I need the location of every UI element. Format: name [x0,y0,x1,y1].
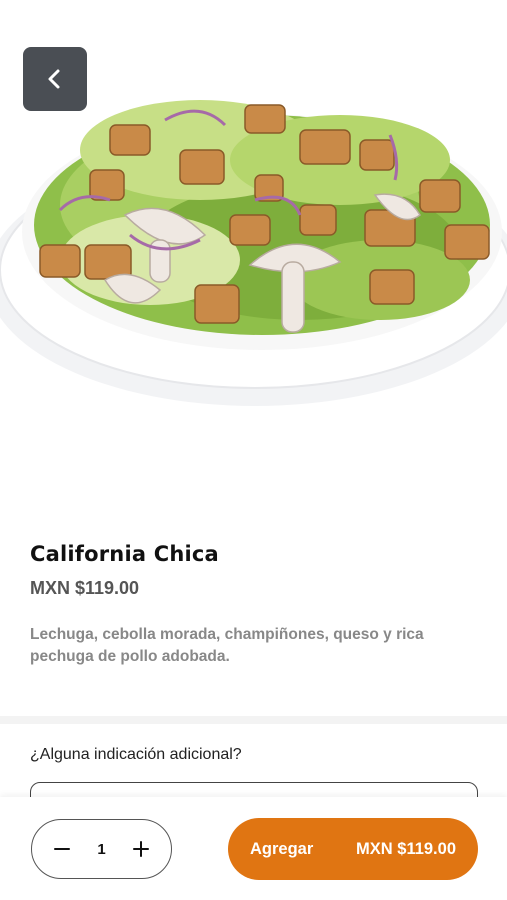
product-price: MXN $119.00 [30,578,140,598]
product-description: Lechuga, cebolla morada, champiñones, qu… [30,626,424,665]
minus-icon [54,848,70,850]
chevron-left-icon [48,69,60,89]
plus-icon [133,841,149,857]
increase-button[interactable] [129,837,153,861]
product-title: California Chica [30,542,219,566]
decrease-button[interactable] [50,837,74,861]
add-button-price: MXN $119.00 [356,839,456,858]
add-button-label: Agregar [250,839,314,858]
quantity-value: 1 [97,840,106,858]
back-button[interactable] [23,47,87,111]
section-divider [0,716,507,724]
notes-label: ¿Alguna indicación adicional? [30,746,242,763]
quantity-stepper: 1 [31,819,172,879]
add-to-cart-button[interactable]: Agregar MXN $119.00 [228,818,478,880]
bottom-action-bar: 1 Agregar MXN $119.00 [0,797,507,900]
